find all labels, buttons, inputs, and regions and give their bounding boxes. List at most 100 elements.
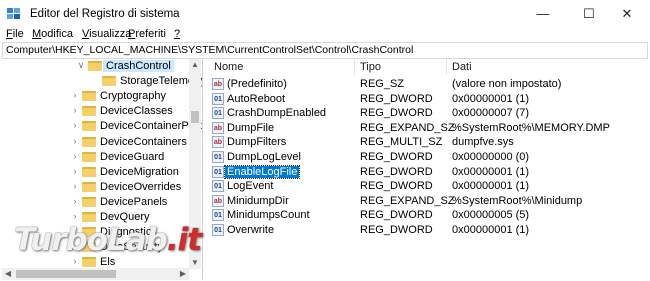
tree-item[interactable]: › DeviceContainers	[2, 135, 190, 150]
regedit-icon	[7, 8, 20, 19]
value-type: REG_DWORD	[360, 151, 433, 163]
string-value-icon: ab	[212, 78, 224, 90]
value-name: MinidumpDir	[227, 194, 289, 207]
chevron-down-icon[interactable]: ∨	[76, 60, 86, 71]
title-bar: Editor del Registro di sistema — ☐ ✕	[0, 0, 650, 28]
binary-value-icon: 01	[212, 165, 224, 178]
tree-item[interactable]: › DeviceGuard	[2, 150, 190, 165]
column-header-data[interactable]: Dati	[452, 61, 472, 77]
menu-bar: File Modifica Visualizza Preferiti ?	[0, 28, 650, 42]
menu-file[interactable]: File	[6, 28, 24, 40]
value-row[interactable]: 01 CrashDumpEnabled REG_DWORD 0x00000007 (7…	[204, 106, 648, 121]
value-name: AutoReboot	[227, 92, 286, 105]
chevron-right-icon[interactable]: ›	[70, 136, 80, 146]
tree-item-label: DeviceClasses	[100, 105, 173, 118]
folder-icon	[82, 91, 96, 102]
tree-item[interactable]: ∨ CrashControl	[2, 59, 190, 74]
folder-icon	[82, 212, 96, 222]
chevron-right-icon[interactable]: ›	[70, 151, 80, 161]
scrollbar-thumb[interactable]	[191, 111, 199, 123]
chevron-right-icon[interactable]: ›	[70, 196, 80, 206]
scroll-down-arrow-icon[interactable]: ▼	[189, 257, 201, 269]
chevron-right-icon[interactable]: ›	[70, 166, 80, 176]
string-value-icon: ab	[212, 121, 224, 134]
tree-item[interactable]: › DeviceOverrides	[2, 180, 190, 195]
value-data: 0x00000001 (1)	[452, 165, 530, 178]
value-data: dumpfve.sys	[452, 136, 514, 149]
value-name: LogEvent	[227, 180, 274, 193]
chevron-right-icon[interactable]: ›	[70, 105, 80, 115]
value-data: (valore non impostato)	[452, 78, 562, 90]
chevron-right-icon[interactable]: ›	[70, 120, 80, 130]
tree-item-label: DeviceOverrides	[100, 180, 182, 193]
tree-item[interactable]: › DeviceContainerProper	[2, 119, 203, 134]
scroll-left-arrow-icon[interactable]: ◀	[2, 268, 14, 280]
chevron-right-icon[interactable]: ›	[70, 211, 80, 221]
tree-item-label: DevicePanels	[100, 195, 168, 208]
chevron-right-icon[interactable]: ›	[70, 181, 80, 191]
binary-value-icon: 01	[212, 92, 224, 105]
address-bar[interactable]: Computer\HKEY_LOCAL_MACHINE\SYSTEM\Curre…	[2, 42, 648, 59]
menu-visualizza[interactable]: Visualizza	[82, 28, 131, 40]
tree-item[interactable]: › DevicePanels	[2, 195, 190, 210]
minimize-button[interactable]: —	[520, 0, 566, 28]
tree-item-label: DeviceGuard	[100, 150, 165, 163]
value-row[interactable]: 01 AutoReboot REG_DWORD 0x00000001 (1)	[204, 92, 648, 107]
value-name: MinidumpsCount	[227, 209, 310, 222]
value-row[interactable]: 01 Overwrite REG_DWORD 0x00000001 (1)	[204, 223, 648, 238]
value-type: REG_MULTI_SZ	[360, 136, 443, 149]
binary-value-icon: 01	[212, 180, 224, 193]
folder-icon	[82, 106, 96, 117]
value-name: EnableLogFile	[223, 164, 301, 179]
column-header-name[interactable]: Nome	[214, 61, 243, 77]
value-data: 0x00000001 (1)	[452, 92, 530, 105]
value-row[interactable]: 01 MinidumpsCount REG_DWORD 0x00000005 (5)	[204, 208, 648, 223]
tree-item[interactable]: › Cryptography	[2, 89, 190, 104]
folder-icon	[88, 61, 102, 71]
folder-icon	[82, 151, 96, 162]
binary-value-icon: 01	[212, 224, 224, 236]
column-header-type[interactable]: Tipo	[360, 61, 381, 77]
value-name: CrashDumpEnabled	[227, 107, 327, 120]
scroll-up-arrow-icon[interactable]: ▲	[189, 59, 201, 71]
value-row[interactable]: ab (Predefinito) REG_SZ (valore non imposta…	[204, 77, 648, 92]
chevron-right-icon[interactable]: ›	[70, 90, 80, 100]
value-row[interactable]: ab DumpFilters REG_MULTI_SZ dumpfve.sys	[204, 135, 648, 150]
folder-icon	[82, 257, 96, 268]
value-data: 0x00000005 (5)	[452, 209, 530, 222]
tree-item[interactable]: StorageTelemetry	[2, 74, 202, 89]
scroll-right-arrow-icon[interactable]: ▶	[177, 268, 189, 280]
binary-value-icon: 01	[212, 209, 224, 222]
value-data: %SystemRoot%\MEMORY.DMP	[452, 121, 610, 134]
value-type: REG_EXPAND_SZ	[360, 194, 455, 207]
value-type: REG_DWORD	[360, 209, 433, 222]
folder-icon	[82, 181, 96, 192]
value-row[interactable]: 01 EnableLogFile REG_DWORD 0x00000001 (1)	[204, 164, 648, 180]
tree-item[interactable]: › DeviceMigration	[2, 165, 190, 180]
value-name: Overwrite	[227, 224, 275, 236]
close-button[interactable]: ✕	[604, 0, 650, 28]
menu-preferiti[interactable]: Preferiti	[128, 28, 166, 40]
values-list[interactable]: Nome Tipo Dati ab (Predefinito) REG_SZ (val…	[204, 59, 648, 280]
window-title: Editor del Registro di sistema	[30, 8, 180, 20]
tree-item-label: Cryptography	[100, 90, 167, 103]
value-row[interactable]: ab MinidumpDir REG_EXPAND_SZ %SystemRoot%\M…	[204, 194, 648, 209]
menu-modifica[interactable]: Modifica	[32, 28, 73, 40]
value-type: REG_SZ	[360, 78, 405, 90]
value-type: REG_DWORD	[360, 224, 433, 236]
value-row[interactable]: 01 LogEvent REG_DWORD 0x00000001 (1)	[204, 179, 648, 194]
folder-icon	[82, 136, 96, 147]
tree-horizontal-scrollbar[interactable]: ◀ ▶	[2, 268, 189, 280]
tree-item-label: Els	[100, 256, 116, 269]
tree-item-label: DeviceContainerProper	[100, 120, 203, 133]
tree-item-label: DeviceContainers	[100, 135, 187, 148]
menu-help[interactable]: ?	[174, 28, 180, 40]
value-row[interactable]: ab DumpFile REG_EXPAND_SZ %SystemRoot%\MEMO…	[204, 121, 648, 136]
scrollbar-thumb-horizontal[interactable]	[16, 270, 116, 278]
value-row[interactable]: 01 DumpLogLevel REG_DWORD 0x00000000 (0)	[204, 150, 648, 165]
string-value-icon: ab	[212, 136, 224, 149]
value-data: 0x00000001 (1)	[452, 180, 530, 193]
tree-item[interactable]: › DeviceClasses	[2, 104, 190, 119]
binary-value-icon: 01	[212, 151, 224, 163]
value-type: REG_DWORD	[360, 180, 433, 193]
